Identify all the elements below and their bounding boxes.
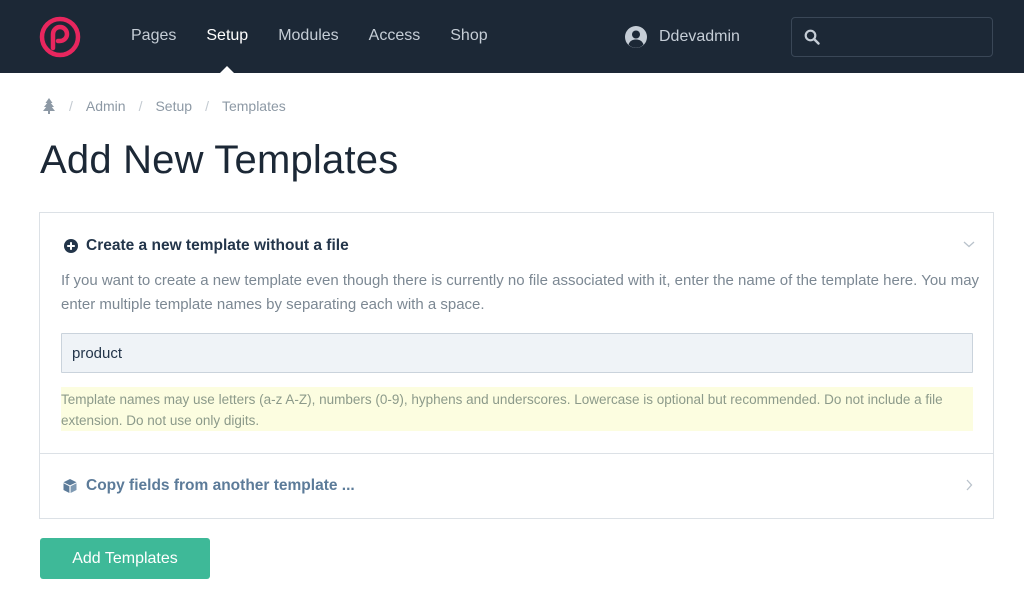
page-title: Add New Templates bbox=[40, 138, 399, 182]
chevron-down-icon[interactable] bbox=[963, 239, 975, 249]
search-input[interactable] bbox=[828, 24, 984, 50]
main-nav: Pages Setup Modules Access Shop bbox=[116, 0, 503, 73]
breadcrumb-setup[interactable]: Setup bbox=[155, 98, 192, 114]
top-navbar: Pages Setup Modules Access Shop Ddevadmi… bbox=[0, 0, 1024, 73]
user-menu[interactable]: Ddevadmin bbox=[624, 24, 740, 50]
section-copy-fields-header[interactable]: Copy fields from another template ... bbox=[62, 475, 355, 497]
template-names-notice: Template names may use letters (a-z A-Z)… bbox=[61, 387, 973, 431]
breadcrumb: / Admin / Setup / Templates bbox=[42, 96, 286, 116]
add-templates-panel: Create a new template without a file If … bbox=[39, 212, 994, 519]
breadcrumb-separator: / bbox=[138, 98, 143, 114]
chevron-right-icon[interactable] bbox=[965, 479, 973, 491]
section-copy-fields-title: Copy fields from another template ... bbox=[86, 477, 355, 494]
breadcrumb-admin[interactable]: Admin bbox=[86, 98, 126, 114]
breadcrumb-templates[interactable]: Templates bbox=[222, 98, 286, 114]
section-new-template-title: Create a new template without a file bbox=[86, 237, 349, 254]
cube-icon bbox=[63, 479, 77, 493]
nav-item-setup[interactable]: Setup bbox=[191, 0, 263, 73]
plus-circle-icon bbox=[64, 239, 78, 253]
section-new-template-description: If you want to create a new template eve… bbox=[61, 272, 980, 313]
nav-item-shop[interactable]: Shop bbox=[435, 0, 502, 73]
add-templates-button[interactable]: Add Templates bbox=[40, 538, 210, 579]
tree-icon[interactable] bbox=[42, 98, 56, 114]
nav-item-access[interactable]: Access bbox=[354, 0, 436, 73]
user-name: Ddevadmin bbox=[659, 28, 740, 45]
search-icon bbox=[804, 29, 820, 45]
template-names-input[interactable] bbox=[61, 333, 973, 373]
user-circle-icon bbox=[625, 26, 647, 48]
breadcrumb-separator: / bbox=[205, 98, 209, 114]
search-box[interactable] bbox=[791, 17, 993, 57]
breadcrumb-separator: / bbox=[69, 98, 73, 114]
nav-item-modules[interactable]: Modules bbox=[263, 0, 353, 73]
nav-item-pages[interactable]: Pages bbox=[116, 0, 191, 73]
processwire-logo-icon[interactable] bbox=[38, 15, 82, 59]
section-new-template-header[interactable]: Create a new template without a file bbox=[64, 235, 349, 257]
section-divider bbox=[40, 453, 993, 454]
